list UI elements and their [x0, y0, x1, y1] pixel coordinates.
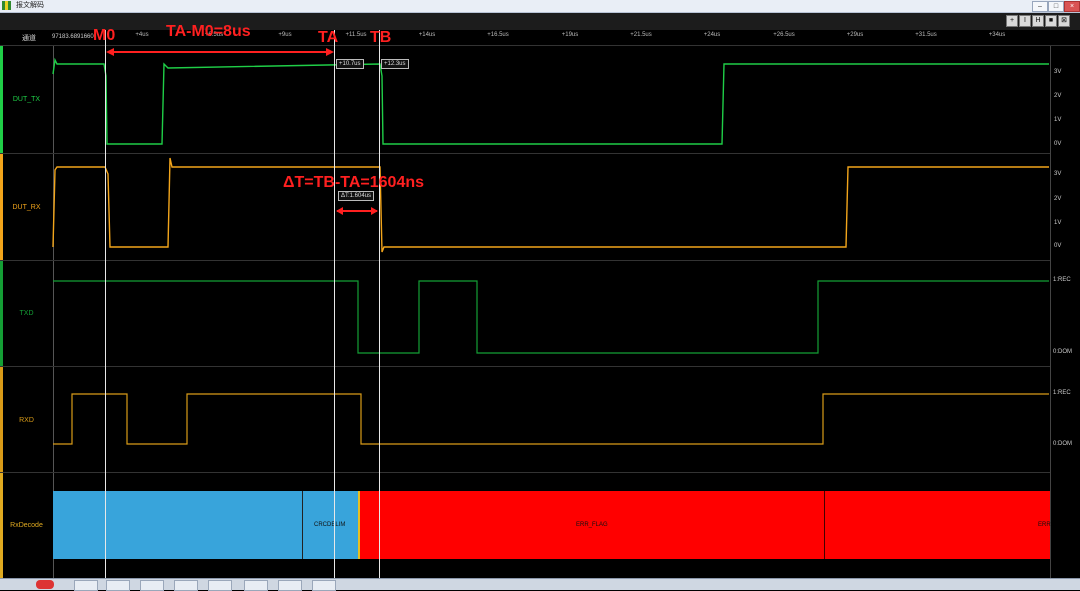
task-item[interactable]: [174, 580, 198, 591]
delta-arrowhead-left: [336, 207, 343, 215]
ta-m0-arrowhead-right: [326, 48, 334, 56]
start-button-icon[interactable]: [36, 580, 54, 589]
task-item[interactable]: [278, 580, 302, 591]
ta-annotation: TA: [318, 29, 339, 46]
taskbar: [0, 578, 1080, 591]
delta-annotation: ΔT=TB-TA=1604ns: [283, 174, 425, 191]
task-item[interactable]: [74, 580, 98, 591]
annotation-arrows: [106, 48, 378, 215]
ta-m0-arrowhead-left: [106, 48, 114, 56]
task-item[interactable]: [312, 580, 336, 591]
tb-annotation: TB: [370, 29, 392, 46]
task-item[interactable]: [106, 580, 130, 591]
task-item[interactable]: [244, 580, 268, 591]
task-item[interactable]: [208, 580, 232, 591]
delta-arrowhead-right: [371, 207, 378, 215]
ta-m0-annotation: TA-M0=8us: [166, 23, 251, 40]
m0-annotation: M0: [93, 27, 116, 44]
task-item[interactable]: [140, 580, 164, 591]
